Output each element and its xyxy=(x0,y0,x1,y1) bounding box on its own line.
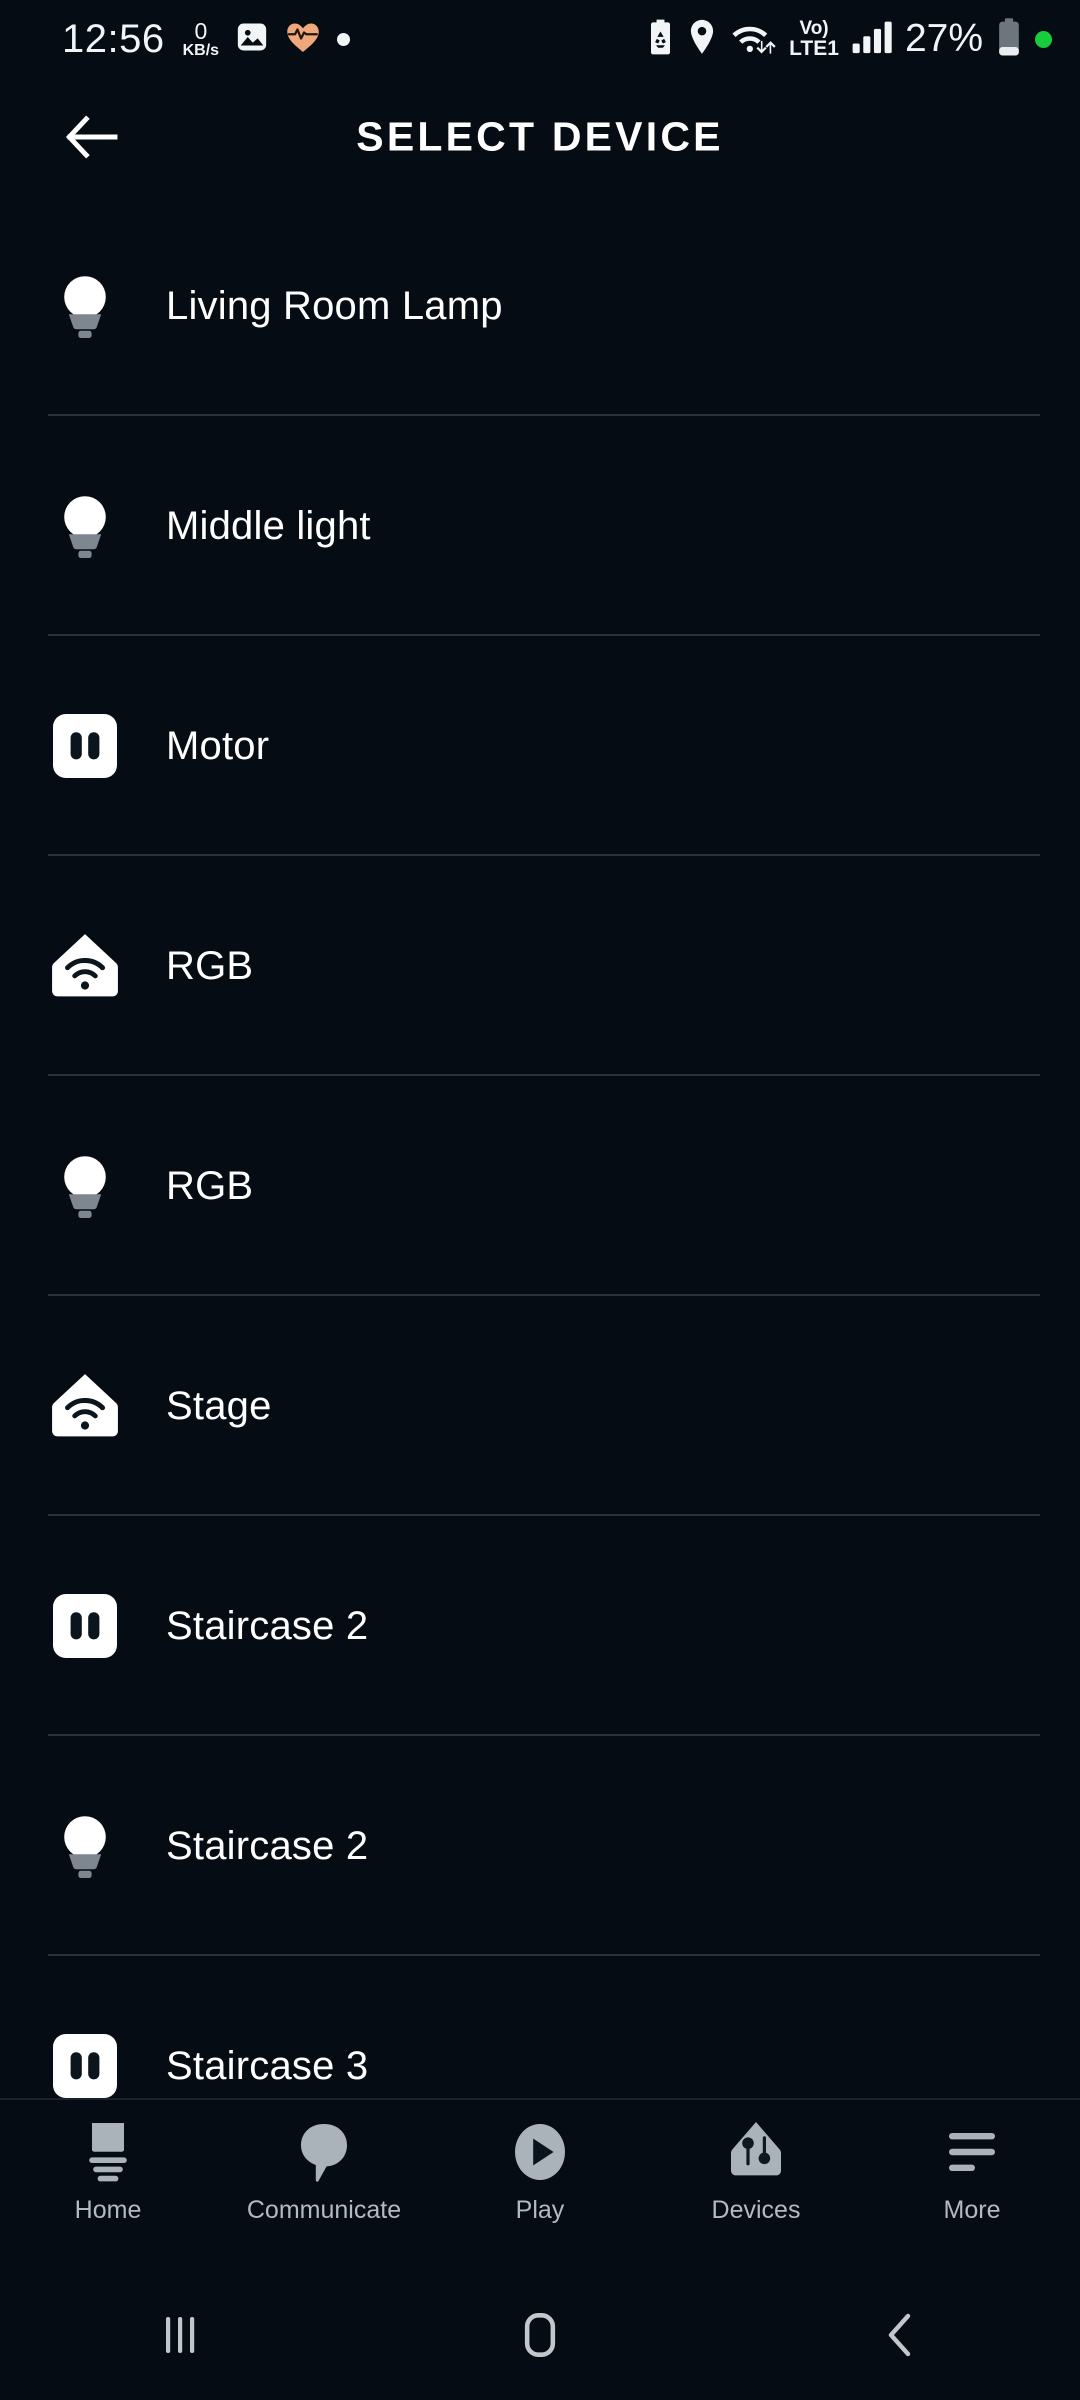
status-clock: 12:56 xyxy=(62,16,165,61)
home-icon[interactable] xyxy=(465,2285,615,2385)
recents-icon[interactable] xyxy=(105,2285,255,2385)
nav-label-home: Home xyxy=(74,2196,142,2224)
nav-item-communicate[interactable]: Communicate xyxy=(216,2114,432,2225)
switch-icon xyxy=(48,1589,122,1663)
nav-item-home[interactable]: Home xyxy=(0,2114,216,2225)
bottom-navigation[interactable]: Home Communicate Play Devices More xyxy=(0,2098,1080,2270)
nav-label-devices: Devices xyxy=(711,2196,801,2224)
network-speed-value: 0 xyxy=(194,17,208,44)
device-list-item[interactable]: RGB xyxy=(0,1076,1080,1296)
device-list-item[interactable]: Middle light xyxy=(0,416,1080,636)
app-header: SELECT DEVICE xyxy=(0,78,1080,196)
device-list-item[interactable]: Living Room Lamp xyxy=(0,196,1080,416)
status-bar: 12:56 0 KB/s Vo) LTE1 27% xyxy=(0,0,1080,78)
nav-item-devices[interactable]: Devices xyxy=(648,2114,864,2225)
status-bar-right: Vo) LTE1 27% xyxy=(646,17,1052,62)
network-speed-indicator: 0 KB/s xyxy=(182,17,220,59)
device-list-item-label: Stage xyxy=(166,1383,272,1428)
android-navigation-bar[interactable] xyxy=(0,2270,1080,2400)
switch-icon xyxy=(48,709,122,783)
nav-label-play: Play xyxy=(515,2196,565,2224)
echo-device-icon xyxy=(74,2114,142,2190)
device-list-item[interactable]: Staircase 3 xyxy=(0,1956,1080,2098)
device-list-item-label: Staircase 2 xyxy=(166,1823,369,1868)
device-list-item-label: RGB xyxy=(166,1163,254,1208)
nav-label-more: More xyxy=(943,2196,1001,2224)
device-list-item-label: RGB xyxy=(166,943,254,988)
device-list-item[interactable]: Stage xyxy=(0,1296,1080,1516)
device-list-item-label: Staircase 2 xyxy=(166,1603,369,1648)
nav-label-communicate: Communicate xyxy=(246,2196,402,2224)
status-bar-left: 12:56 0 KB/s xyxy=(62,16,351,62)
bulb-icon xyxy=(48,1809,122,1883)
device-list-item-label: Staircase 3 xyxy=(166,2043,369,2088)
house-wifi-icon xyxy=(48,929,122,1003)
nav-item-play[interactable]: Play xyxy=(432,2114,648,2225)
network-speed-unit: KB/s xyxy=(182,41,220,59)
device-list-item[interactable]: RGB xyxy=(0,856,1080,1076)
wifi-data-icon xyxy=(729,18,777,61)
house-devices-icon xyxy=(722,2114,790,2190)
device-list-item[interactable]: Staircase 2 xyxy=(0,1516,1080,1736)
privacy-indicator-dot xyxy=(1035,30,1052,48)
bulb-icon xyxy=(48,489,122,563)
back-icon[interactable] xyxy=(825,2285,975,2385)
nav-item-more[interactable]: More xyxy=(864,2114,1080,2225)
volte-label-bottom: LTE1 xyxy=(789,36,839,60)
volte-label-top: Vo) xyxy=(799,17,829,39)
battery-icon xyxy=(995,17,1023,62)
device-list-item-label: Motor xyxy=(166,723,270,768)
battery-percent-label: 27% xyxy=(904,17,983,60)
battery-saver-icon xyxy=(646,18,675,61)
speech-bubble-icon xyxy=(290,2114,358,2190)
device-list-item-label: Living Room Lamp xyxy=(166,283,503,328)
play-circle-icon xyxy=(506,2114,574,2190)
volte-indicator: Vo) LTE1 xyxy=(789,17,839,60)
notification-dot-icon xyxy=(337,32,351,46)
switch-icon xyxy=(48,2029,122,2098)
more-lines-icon xyxy=(938,2114,1006,2190)
device-list[interactable]: Living Room Lamp Middle light Motor RGB RGB S… xyxy=(0,196,1080,2098)
page-title: SELECT DEVICE xyxy=(356,113,724,160)
gallery-icon xyxy=(235,20,269,59)
device-list-item-label: Middle light xyxy=(166,503,371,548)
house-wifi-icon xyxy=(48,1369,122,1443)
location-pin-icon xyxy=(687,18,717,61)
bulb-icon xyxy=(48,269,122,343)
signal-bars-icon xyxy=(851,19,893,60)
bulb-icon xyxy=(48,1149,122,1223)
heart-rate-icon xyxy=(285,20,321,59)
device-list-item[interactable]: Staircase 2 xyxy=(0,1736,1080,1956)
device-list-item[interactable]: Motor xyxy=(0,636,1080,856)
